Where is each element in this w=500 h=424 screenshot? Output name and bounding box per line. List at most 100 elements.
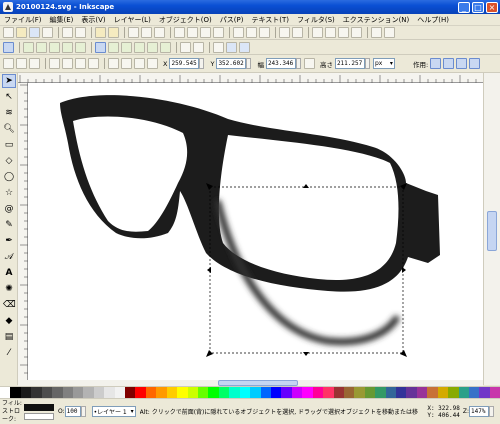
snap-enable-icon[interactable]: [3, 41, 14, 53]
snap-nodes-icon[interactable]: [95, 41, 106, 53]
unit-select[interactable]: px ▾: [372, 58, 395, 69]
pen-icon[interactable]: ✒: [2, 234, 16, 248]
import-icon[interactable]: [62, 27, 73, 38]
zoom-page-icon[interactable]: [200, 27, 211, 38]
preferences-icon[interactable]: [371, 27, 382, 38]
spray-icon[interactable]: ✺: [2, 282, 16, 296]
copy-icon[interactable]: [128, 27, 139, 38]
undo-icon[interactable]: [95, 27, 106, 38]
pencil-icon[interactable]: ✎: [2, 218, 16, 232]
width-input[interactable]: 243.346: [265, 58, 296, 69]
redo-icon[interactable]: [108, 27, 119, 38]
minimize-button[interactable]: _: [458, 1, 470, 13]
rectangle-icon[interactable]: ▭: [2, 138, 16, 152]
raise-to-top-icon[interactable]: [108, 58, 119, 69]
scale-stroke-icon[interactable]: [430, 58, 442, 69]
clone-icon[interactable]: [246, 27, 257, 38]
snap-page-border-icon[interactable]: [213, 41, 224, 53]
zoom-drawing-icon[interactable]: [187, 27, 198, 38]
snap-bbox-edge-icon[interactable]: [36, 41, 47, 53]
zoom-selection-icon[interactable]: [174, 27, 185, 38]
gradient-icon[interactable]: ▤: [2, 330, 16, 344]
zoom-input[interactable]: 147%: [469, 406, 489, 417]
fill-stroke-indicator[interactable]: [24, 403, 54, 421]
zoom-spinner[interactable]: [489, 406, 494, 417]
snap-center-icon[interactable]: [180, 41, 191, 53]
stroke-swatch[interactable]: [24, 412, 54, 420]
blurred-shadow-stroke[interactable]: [214, 199, 400, 346]
height-input[interactable]: 211.257: [334, 58, 365, 69]
x-spinner[interactable]: [199, 58, 205, 69]
menu-help[interactable]: ヘルプ(H): [417, 15, 449, 25]
opacity-spinner[interactable]: [80, 406, 86, 417]
text-font-icon[interactable]: [325, 27, 336, 38]
maximize-button[interactable]: □: [472, 1, 484, 13]
height-spinner[interactable]: [364, 58, 370, 69]
close-button[interactable]: ×: [486, 1, 498, 13]
unlink-clone-icon[interactable]: [259, 27, 270, 38]
fill-stroke-icon[interactable]: [312, 27, 323, 38]
snap-rotation-center-icon[interactable]: [193, 41, 204, 53]
snap-bbox-midpoint-icon[interactable]: [62, 41, 73, 53]
spiral-icon[interactable]: @: [2, 202, 16, 216]
horizontal-ruler[interactable]: [18, 73, 483, 83]
ellipse-icon[interactable]: ◯: [2, 170, 16, 184]
vertical-scrollbar[interactable]: [483, 73, 500, 385]
lower-icon[interactable]: [134, 58, 145, 69]
zoom-width-icon[interactable]: [213, 27, 224, 38]
y-spinner[interactable]: [246, 58, 252, 69]
menu-view[interactable]: 表示(V): [81, 15, 105, 25]
width-spinner[interactable]: [295, 58, 301, 69]
snap-path-icon[interactable]: [108, 41, 119, 53]
menu-filters[interactable]: フィルタ(S): [297, 15, 335, 25]
rotate-ccw-icon[interactable]: [49, 58, 60, 69]
snap-grid-icon[interactable]: [226, 41, 237, 53]
menu-text[interactable]: テキスト(T): [251, 15, 289, 25]
dropper-icon[interactable]: ⁄: [2, 346, 16, 360]
bucket-icon[interactable]: ◆: [2, 314, 16, 328]
zoom-icon[interactable]: 🔍︎: [2, 122, 16, 136]
duplicate-icon[interactable]: [233, 27, 244, 38]
calligraphy-icon[interactable]: 𝒜: [2, 250, 16, 264]
3dbox-icon[interactable]: ◇: [2, 154, 16, 168]
flip-vertical-icon[interactable]: [88, 58, 99, 69]
opacity-input[interactable]: 100: [64, 406, 81, 417]
cut-icon[interactable]: [141, 27, 152, 38]
snap-bbox-corner-icon[interactable]: [49, 41, 60, 53]
flip-horizontal-icon[interactable]: [75, 58, 86, 69]
open-icon[interactable]: [16, 27, 27, 38]
y-input[interactable]: 352.602: [216, 58, 247, 69]
xml-editor-icon[interactable]: [338, 27, 349, 38]
snap-bbox-icon[interactable]: [23, 41, 34, 53]
raise-icon[interactable]: [121, 58, 132, 69]
x-input[interactable]: 259.545: [169, 58, 200, 69]
layer-select[interactable]: •レイヤー 1 ▾: [91, 406, 136, 417]
glasses-frame[interactable]: [60, 95, 440, 292]
snap-intersection-icon[interactable]: [121, 41, 132, 53]
eraser-icon[interactable]: ⌫: [2, 298, 16, 312]
menu-extensions[interactable]: エクステンション(N): [343, 15, 410, 25]
snap-guide-icon[interactable]: [239, 41, 250, 53]
snap-bbox-center-icon[interactable]: [75, 41, 86, 53]
fill-swatch[interactable]: [24, 403, 54, 411]
menu-object[interactable]: オブジェクト(O): [159, 15, 212, 25]
tweak-icon[interactable]: ≋: [2, 106, 16, 120]
lock-icon[interactable]: [303, 58, 315, 69]
snap-smooth-icon[interactable]: [147, 41, 158, 53]
print-icon[interactable]: [42, 27, 53, 38]
paste-icon[interactable]: [154, 27, 165, 38]
lower-to-bottom-icon[interactable]: [147, 58, 158, 69]
save-icon[interactable]: [29, 27, 40, 38]
vertical-ruler[interactable]: [18, 83, 28, 380]
selector-icon[interactable]: ➤: [2, 74, 16, 88]
snap-cusp-icon[interactable]: [134, 41, 145, 53]
document-properties-icon[interactable]: [384, 27, 395, 38]
align-distribute-icon[interactable]: [351, 27, 362, 38]
vertical-scroll-thumb[interactable]: [487, 211, 497, 251]
text-icon[interactable]: A: [2, 266, 16, 280]
menu-file[interactable]: ファイル(F): [4, 15, 42, 25]
node-icon[interactable]: ↖: [2, 90, 16, 104]
scale-corners-icon[interactable]: [443, 58, 455, 69]
menu-path[interactable]: パス(P): [220, 15, 244, 25]
menu-layer[interactable]: レイヤー(L): [114, 15, 151, 25]
